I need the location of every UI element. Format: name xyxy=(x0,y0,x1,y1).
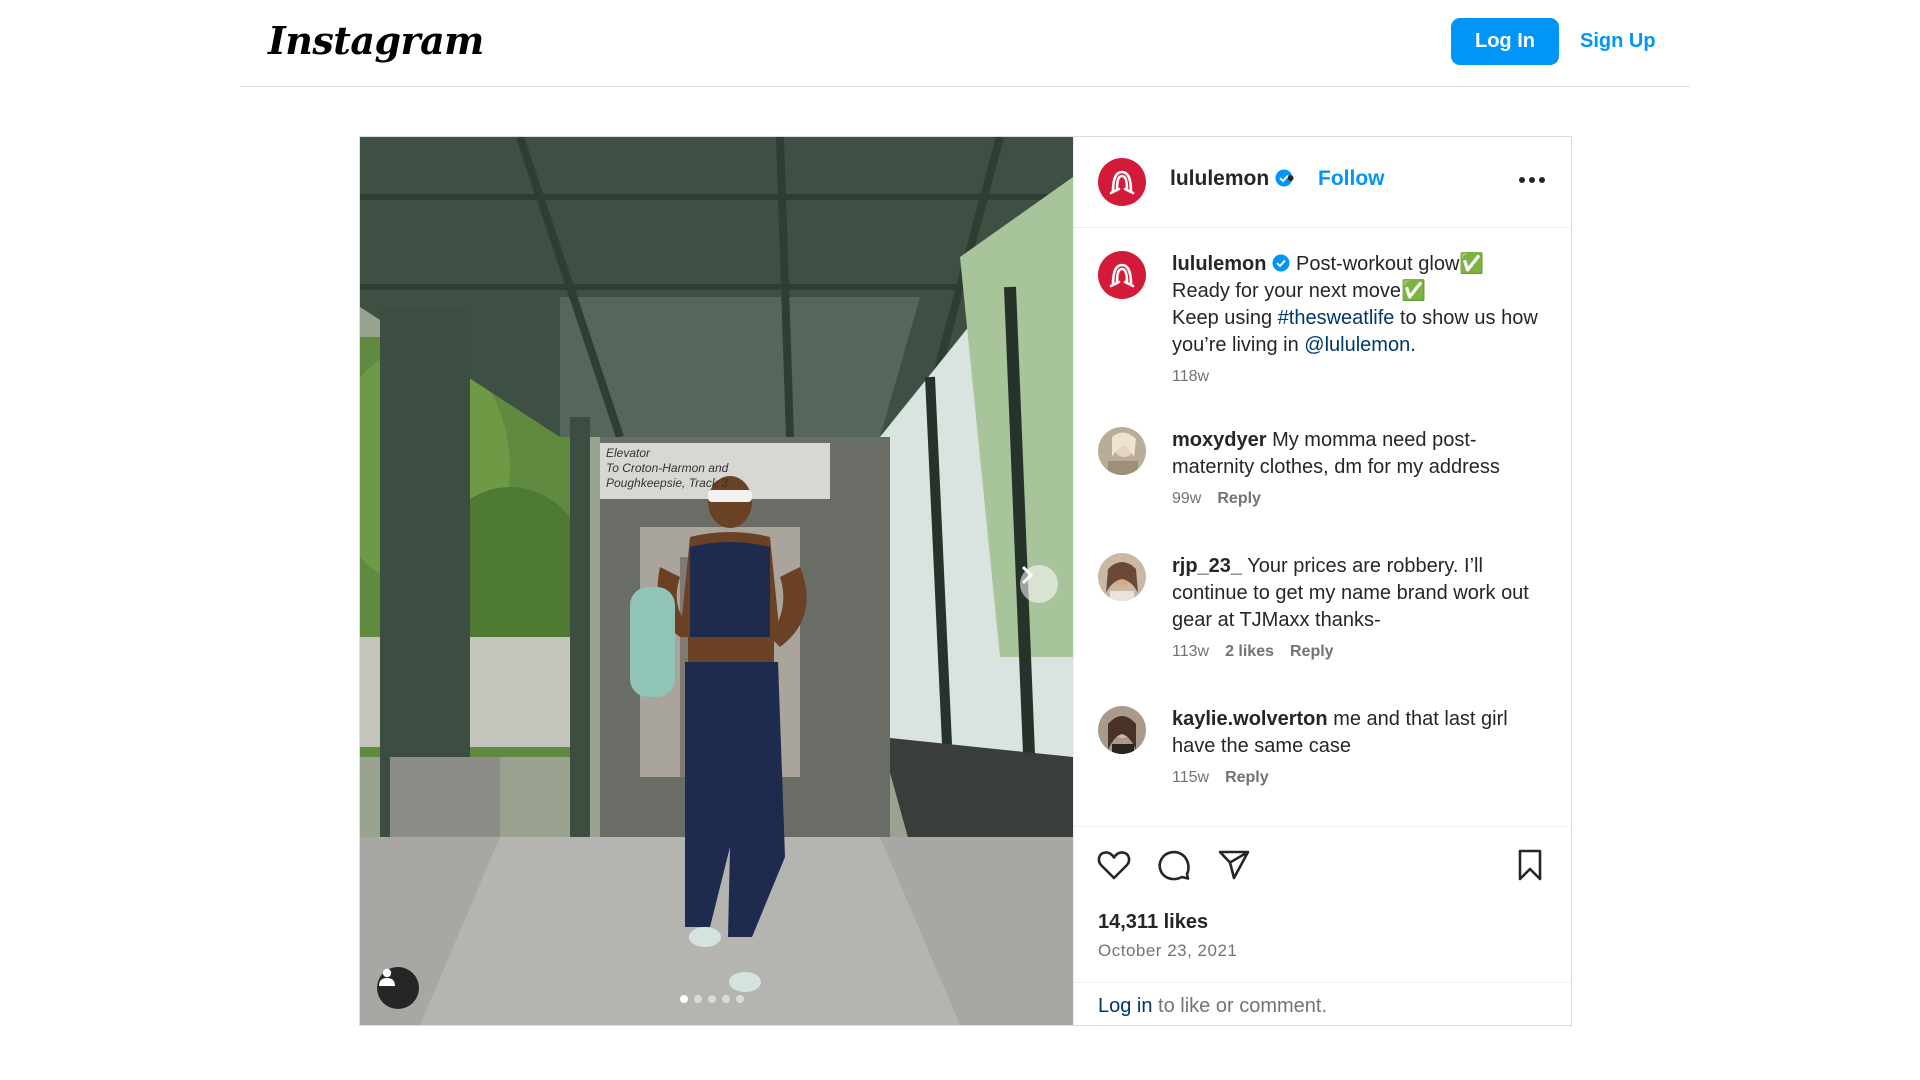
carousel-dot xyxy=(722,995,730,1003)
caption-line: Ready for your next move✅ xyxy=(1172,280,1426,302)
post-sidebar: lululemon • Follow lululemon Post-workou… xyxy=(1073,137,1572,1025)
lululemon-avatar[interactable] xyxy=(1098,251,1146,299)
carousel-dot xyxy=(736,995,744,1003)
photo-sign-text: Poughkeepsie, Track 3 xyxy=(606,476,728,490)
instagram-logo[interactable]: Instagram xyxy=(268,18,484,63)
caption-line: Keep using xyxy=(1172,307,1278,329)
carousel-indicator xyxy=(680,995,744,1003)
comment-body: kaylie.wolverton me and that last girl h… xyxy=(1172,706,1548,788)
lululemon-logo-icon xyxy=(1109,170,1135,195)
comment-username[interactable]: rjp_23_ xyxy=(1172,555,1242,577)
reply-button[interactable]: Reply xyxy=(1225,769,1269,786)
verified-badge-icon xyxy=(1272,254,1290,272)
next-image-button[interactable] xyxy=(1020,565,1058,603)
post-header: lululemon • Follow xyxy=(1074,137,1572,228)
person-icon xyxy=(379,968,395,986)
avatar[interactable] xyxy=(1098,553,1146,601)
reply-button[interactable]: Reply xyxy=(1290,643,1334,660)
user-avatar-image xyxy=(1098,427,1146,475)
carousel-dot xyxy=(694,995,702,1003)
login-link[interactable]: Log in xyxy=(1098,995,1153,1017)
user-avatar-image xyxy=(1098,553,1146,601)
bookmark-icon[interactable] xyxy=(1512,847,1548,883)
user-tags-button[interactable] xyxy=(377,967,419,1009)
post-author[interactable]: lululemon xyxy=(1170,167,1293,191)
login-prompt: Log in to like or comment. xyxy=(1074,982,1572,1027)
login-button[interactable]: Log In xyxy=(1451,18,1559,65)
post-date: October 23, 2021 xyxy=(1098,941,1238,960)
likes-count[interactable]: 14,311 likes xyxy=(1098,911,1208,934)
comment-body: moxydyer My momma need post-maternity cl… xyxy=(1172,427,1548,509)
login-prompt-suffix: to like or comment. xyxy=(1152,995,1328,1017)
mention-link[interactable]: @lululemon xyxy=(1304,334,1410,356)
comment-time[interactable]: 115w xyxy=(1172,769,1209,786)
comment-icon[interactable] xyxy=(1156,847,1192,883)
chevron-right-icon xyxy=(1021,565,1034,585)
avatar[interactable] xyxy=(1098,706,1146,754)
caption-body: lululemon Post-workout glow✅ Ready for y… xyxy=(1172,251,1548,387)
more-options-icon[interactable] xyxy=(1517,175,1547,185)
comment-body: rjp_23_ Your prices are robbery. I’ll co… xyxy=(1172,553,1548,662)
lululemon-logo-icon xyxy=(1109,263,1135,288)
author-username[interactable]: lululemon xyxy=(1170,167,1269,190)
carousel-dot xyxy=(708,995,716,1003)
photo-sign-text: To Croton-Harmon and xyxy=(606,461,729,475)
lululemon-avatar[interactable] xyxy=(1098,158,1146,206)
comment-username[interactable]: kaylie.wolverton xyxy=(1172,708,1328,730)
caption-username[interactable]: lululemon xyxy=(1172,253,1266,275)
comment-time[interactable]: 113w xyxy=(1172,643,1209,660)
reply-button[interactable]: Reply xyxy=(1217,490,1261,507)
hashtag-link[interactable]: #thesweatlife xyxy=(1278,307,1395,329)
post-photo[interactable]: Elevator To Croton-Harmon and Poughkeepsie… xyxy=(360,137,1073,1025)
avatar[interactable] xyxy=(1098,427,1146,475)
comment-username[interactable]: moxydyer xyxy=(1172,429,1267,451)
comment-meta: 115w Reply xyxy=(1172,768,1548,788)
heart-icon[interactable] xyxy=(1096,847,1132,883)
caption-end: . xyxy=(1410,334,1416,356)
user-avatar-image xyxy=(1098,706,1146,754)
caption-time[interactable]: 118w xyxy=(1172,368,1209,385)
caption-meta: 118w xyxy=(1172,367,1548,387)
post-actions: 14,311 likes October 23, 2021 Log in to … xyxy=(1074,826,1572,1027)
signup-link[interactable]: Sign Up xyxy=(1580,18,1656,65)
share-icon[interactable] xyxy=(1216,847,1252,883)
photo-sign-text: Elevator xyxy=(606,446,651,460)
comment-meta: 99w Reply xyxy=(1172,489,1548,509)
post-card: Elevator To Croton-Harmon and Poughkeepsie… xyxy=(359,136,1572,1026)
comment-meta: 113w 2 likes Reply xyxy=(1172,642,1548,662)
carousel-dot xyxy=(680,995,688,1003)
top-bar: Instagram Log In Sign Up xyxy=(240,0,1690,87)
comment-time[interactable]: 99w xyxy=(1172,490,1201,507)
caption-line: Post-workout glow✅ xyxy=(1296,253,1485,275)
header-separator: • xyxy=(1287,167,1295,190)
follow-button[interactable]: Follow xyxy=(1318,167,1385,191)
comment-likes[interactable]: 2 likes xyxy=(1225,643,1274,660)
photo-illustration: ElevatorTo Croton-Harmon andPoughkeepsie… xyxy=(360,137,1073,1025)
login-prompt-text: Log in to like or comment. xyxy=(1098,995,1327,1018)
